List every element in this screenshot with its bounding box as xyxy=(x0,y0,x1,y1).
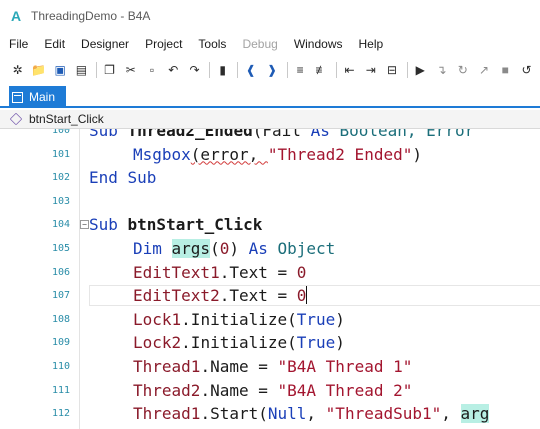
save-icon[interactable]: ▣ xyxy=(53,62,68,79)
code-line: 100 Sub Thread2_Ended(Fail As Boolean, E… xyxy=(0,129,540,143)
toolbar: ✲ 📁 ▣ ▤ ❐ ✂ ▫ ↶ ↷ ▮ ❰ ❱ ≡ ≢ ⇤ ⇥ ⊟ ▶ ↴ ↻ … xyxy=(0,57,540,83)
code-line: 101 Msgbox(error, "Thread2 Ended") xyxy=(0,143,540,167)
line-number: 108 xyxy=(51,313,70,325)
code-text: Lock2.Initialize(True) xyxy=(133,333,345,353)
code-text: Dim args(0) As Object xyxy=(133,239,336,258)
navigate-back-icon[interactable]: ❰ xyxy=(243,62,258,79)
text-cursor xyxy=(306,286,308,305)
code-text: Thread1.Name = "B4A Thread 1" xyxy=(133,357,413,376)
navigate-forward-icon[interactable]: ❱ xyxy=(264,62,279,79)
uncomment-block-icon[interactable]: ≢ xyxy=(314,62,329,79)
restart-icon[interactable]: ↺ xyxy=(519,62,534,79)
code-line: 103 xyxy=(0,190,540,214)
sub-method-icon xyxy=(9,112,23,126)
code-line: 104 − Sub btnStart_Click xyxy=(0,213,540,237)
code-text: Lock1.Initialize(True) xyxy=(133,309,345,329)
code-text: Msgbox(error, "Thread2 Ended") xyxy=(133,144,422,164)
title-bar: A ThreadingDemo - B4A xyxy=(0,0,540,31)
menu-tools[interactable]: Tools xyxy=(190,31,234,57)
line-number: 109 xyxy=(51,337,70,349)
line-number: 102 xyxy=(51,172,70,184)
toolbar-separator xyxy=(286,62,288,78)
menu-edit[interactable]: Edit xyxy=(36,31,73,57)
indent-icon[interactable]: ⇥ xyxy=(363,62,378,79)
window-title: ThreadingDemo - B4A xyxy=(31,8,151,23)
toolbar-separator xyxy=(336,62,337,78)
line-number: 111 xyxy=(51,384,70,396)
fold-toggle-icon[interactable]: − xyxy=(80,220,89,230)
code-module-icon xyxy=(12,91,23,103)
code-text: Sub btnStart_Click xyxy=(89,215,263,235)
copy-icon[interactable]: ❐ xyxy=(102,62,117,79)
save-all-icon[interactable]: ▤ xyxy=(74,62,89,79)
cut-icon[interactable]: ✂ xyxy=(123,62,138,79)
sub-navigator[interactable]: btnStart_Click xyxy=(0,110,540,129)
code-text: End Sub xyxy=(89,168,157,188)
stop-icon[interactable]: ■ xyxy=(498,62,513,79)
code-line: 108 Lock1.Initialize(True) xyxy=(0,308,540,332)
step-over-icon[interactable]: ↻ xyxy=(455,62,470,79)
redo-icon[interactable]: ↷ xyxy=(187,62,202,79)
current-sub-label: btnStart_Click xyxy=(29,112,104,126)
b4a-app-icon: A xyxy=(10,7,22,24)
code-line-current: 107 EditText2.Text = 0 xyxy=(0,284,540,308)
code-line: 109 Lock2.Initialize(True) xyxy=(0,331,540,355)
line-number: 104 xyxy=(51,219,70,231)
code-text: Sub Thread2_Ended(Fail As Boolean, Error xyxy=(89,129,475,140)
toolbar-separator xyxy=(209,62,211,78)
code-line: 111 Thread2.Name = "B4A Thread 2" xyxy=(0,379,540,403)
outdent-icon[interactable]: ⇤ xyxy=(342,62,357,79)
step-into-icon[interactable]: ↴ xyxy=(434,62,449,79)
step-out-icon[interactable]: ↗ xyxy=(476,62,491,79)
toolbar-separator xyxy=(237,62,239,78)
line-number: 112 xyxy=(51,408,70,420)
document-tab-strip: Main xyxy=(0,86,540,108)
code-text: EditText2.Text = 0 xyxy=(133,286,308,306)
toolbar-separator xyxy=(96,62,97,78)
menu-help[interactable]: Help xyxy=(351,31,392,57)
bookmark-icon[interactable]: ▮ xyxy=(215,62,230,79)
code-line: 105 Dim args(0) As Object xyxy=(0,237,540,261)
toolbar-separator xyxy=(406,62,408,78)
open-folder-icon[interactable]: 📁 xyxy=(31,62,46,79)
paste-icon[interactable]: ▫ xyxy=(144,62,159,79)
new-file-icon[interactable]: ✲ xyxy=(10,62,25,79)
collapse-icon[interactable]: ⊟ xyxy=(384,62,399,79)
tab-main[interactable]: Main xyxy=(9,86,66,108)
menu-designer[interactable]: Designer xyxy=(73,31,137,57)
code-line: 110 Thread1.Name = "B4A Thread 1" xyxy=(0,355,540,379)
line-number: 110 xyxy=(51,361,70,372)
line-number: 105 xyxy=(51,243,70,254)
line-number: 106 xyxy=(51,266,70,278)
line-number: 103 xyxy=(51,195,70,207)
menu-file[interactable]: File xyxy=(0,31,36,57)
code-text: EditText1.Text = 0 xyxy=(133,262,307,282)
code-line: 106 EditText1.Text = 0 xyxy=(0,261,540,285)
menu-debug[interactable]: Debug xyxy=(234,31,285,57)
line-number: 100 xyxy=(51,129,70,136)
run-icon[interactable]: ▶ xyxy=(413,62,428,79)
code-text: Thread2.Name = "B4A Thread 2" xyxy=(133,380,413,400)
line-number: 101 xyxy=(51,148,70,160)
code-line: 102 End Sub xyxy=(0,166,540,190)
line-number: 107 xyxy=(51,290,70,302)
comment-block-icon[interactable]: ≡ xyxy=(293,62,308,79)
tab-main-label: Main xyxy=(29,90,56,104)
code-text: Thread1.Start(Null, "ThreadSub1", arg xyxy=(133,404,490,424)
undo-icon[interactable]: ↶ xyxy=(166,62,181,79)
menu-project[interactable]: Project xyxy=(137,31,190,57)
code-editor[interactable]: 100 Sub Thread2_Ended(Fail As Boolean, E… xyxy=(0,129,540,429)
menu-windows[interactable]: Windows xyxy=(286,31,351,57)
menu-bar: File Edit Designer Project Tools Debug W… xyxy=(0,31,540,57)
code-line: 112 Thread1.Start(Null, "ThreadSub1", ar… xyxy=(0,402,540,426)
